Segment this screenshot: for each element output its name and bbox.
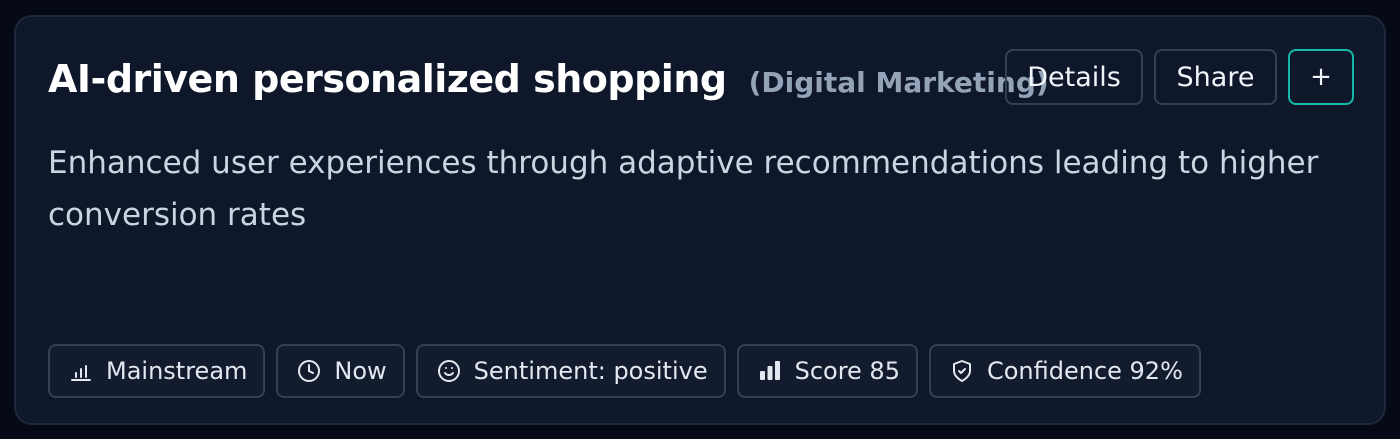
clock-icon [296,358,322,384]
smiley-icon [436,358,462,384]
tag-label: Confidence 92% [986,357,1183,385]
signal-bars-icon [757,358,783,384]
tag-label: Sentiment: positive [473,357,708,385]
trend-card: AI-driven personalized shopping (Digital… [14,15,1386,425]
card-title: AI-driven personalized shopping [48,57,727,101]
tag-confidence: Confidence 92% [928,344,1201,398]
card-category: (Digital Marketing) [748,66,1049,99]
card-header: AI-driven personalized shopping (Digital… [48,57,1049,101]
tag-timing: Now [276,344,405,398]
shield-check-icon [949,358,975,384]
tag-label: Mainstream [106,357,248,385]
bar-chart-icon [68,358,94,384]
card-description: Enhanced user experiences through adapti… [48,145,1319,233]
share-button[interactable]: Share [1154,49,1277,105]
card-actions: Details Share + [1005,49,1354,105]
tag-adoption: Mainstream [48,344,266,398]
tag-sentiment: Sentiment: positive [415,344,726,398]
tag-label: Now [334,357,387,385]
add-button[interactable]: + [1288,49,1354,105]
tag-label: Score 85 [794,357,900,385]
tag-score: Score 85 [736,344,918,398]
tag-list: Mainstream Now Sentiment: positive Score… [48,344,1201,398]
details-button[interactable]: Details [1005,49,1143,105]
